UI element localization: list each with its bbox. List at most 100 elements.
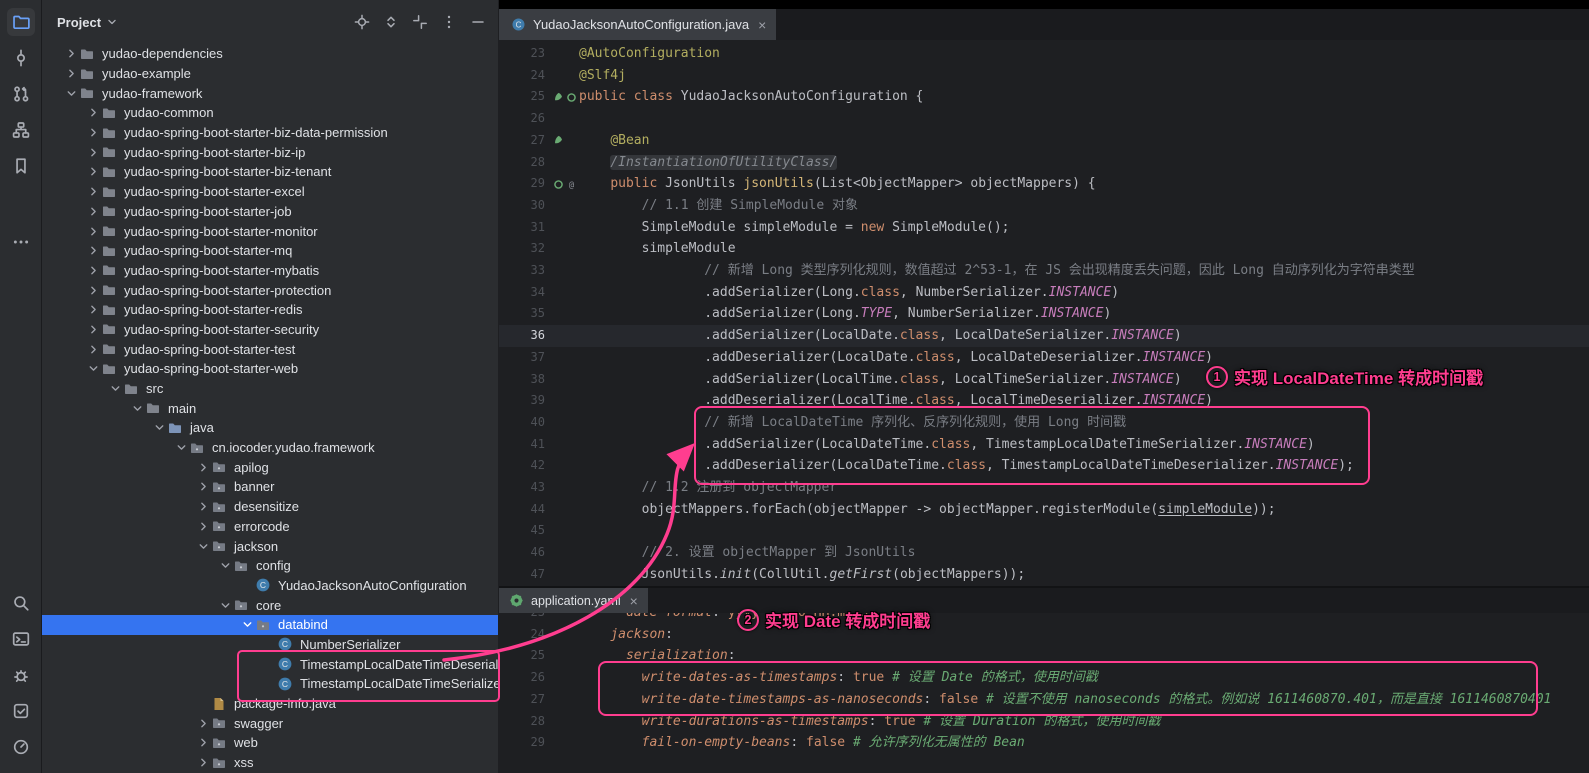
line-number[interactable]: 28 — [499, 711, 551, 733]
chevron-collapsed-icon[interactable] — [195, 715, 211, 731]
code-line-44[interactable]: 44 objectMappers.forEach(objectMapper ->… — [499, 499, 1589, 521]
tree-item-yudao-spring-boot-starter-mq[interactable]: yudao-spring-boot-starter-mq — [41, 241, 498, 261]
updown-icon[interactable] — [383, 14, 399, 30]
tree-item-banner[interactable]: banner — [41, 477, 498, 497]
code-line-28[interactable]: 28 /InstantiationOfUtilityClass/ — [499, 152, 1589, 174]
tree-item-yudao-framework[interactable]: yudao-framework — [41, 83, 498, 103]
tree-item-yudao-spring-boot-starter-excel[interactable]: yudao-spring-boot-starter-excel — [41, 182, 498, 202]
tree-item-main[interactable]: main — [41, 398, 498, 418]
code-line-24[interactable]: 24 jackson: — [499, 624, 1589, 646]
line-number[interactable]: 32 — [499, 238, 551, 260]
chevron-down-icon[interactable] — [105, 15, 119, 29]
line-number[interactable]: 46 — [499, 542, 551, 564]
chevron-collapsed-icon[interactable] — [85, 341, 101, 357]
project-panel-title[interactable]: Project — [57, 15, 101, 30]
tree-item-jackson[interactable]: jackson — [41, 536, 498, 556]
line-number[interactable]: 43 — [499, 477, 551, 499]
chevron-collapsed-icon[interactable] — [85, 302, 101, 318]
line-number[interactable]: 30 — [499, 195, 551, 217]
tree-item-yudao-spring-boot-starter-test[interactable]: yudao-spring-boot-starter-test — [41, 339, 498, 359]
close-tab-icon[interactable]: × — [630, 593, 638, 609]
code-line-25[interactable]: 25 serialization: — [499, 645, 1589, 667]
terminal-icon[interactable] — [7, 625, 35, 653]
code-line-34[interactable]: 34 .addSerializer(Long.class, NumberSeri… — [499, 282, 1589, 304]
chevron-collapsed-icon[interactable] — [85, 144, 101, 160]
line-number[interactable]: 34 — [499, 282, 551, 304]
code-line-27[interactable]: 27 write-date-timestamps-as-nanoseconds:… — [499, 689, 1589, 711]
chevron-collapsed-icon[interactable] — [85, 223, 101, 239]
code-line-35[interactable]: 35 .addSerializer(Long.TYPE, NumberSeria… — [499, 303, 1589, 325]
commit-icon[interactable] — [7, 44, 35, 72]
tab-yudao-jackson-auto-configuration[interactable]: C YudaoJacksonAutoConfiguration.java × — [499, 9, 776, 40]
line-number[interactable]: 33 — [499, 260, 551, 282]
line-number[interactable]: 39 — [499, 390, 551, 412]
line-number[interactable]: 27 — [499, 689, 551, 711]
collapseall-icon[interactable] — [412, 14, 428, 30]
chevron-collapsed-icon[interactable] — [195, 499, 211, 515]
chevron-collapsed-icon[interactable] — [85, 164, 101, 180]
tree-item-core[interactable]: core — [41, 595, 498, 615]
line-number[interactable]: 41 — [499, 434, 551, 456]
code-line-25[interactable]: 25public class YudaoJacksonAutoConfigura… — [499, 86, 1589, 108]
code-line-24[interactable]: 24@Slf4j — [499, 65, 1589, 87]
code-line-27[interactable]: 27 @Bean — [499, 130, 1589, 152]
chevron-collapsed-icon[interactable] — [85, 282, 101, 298]
code-line-36[interactable]: 36 .addSerializer(LocalDate.class, Local… — [499, 325, 1589, 347]
line-number[interactable]: 23 — [499, 43, 551, 65]
chevron-collapsed-icon[interactable] — [63, 46, 79, 62]
line-number[interactable]: 25 — [499, 645, 551, 667]
line-number[interactable]: 38 — [499, 369, 551, 391]
tree-item-xss[interactable]: xss — [41, 753, 498, 773]
close-tab-icon[interactable]: × — [758, 17, 766, 33]
code-line-31[interactable]: 31 SimpleModule simpleModule = new Simpl… — [499, 217, 1589, 239]
tree-item-yudao-spring-boot-starter-mybatis[interactable]: yudao-spring-boot-starter-mybatis — [41, 261, 498, 281]
tree-item-TimestampLocalDateTimeSerializer[interactable]: CTimestampLocalDateTimeSerializer — [41, 674, 498, 694]
bean-icon[interactable] — [566, 92, 577, 103]
tree-item-config[interactable]: config — [41, 556, 498, 576]
more-icon[interactable] — [7, 228, 35, 256]
line-number[interactable]: 29 — [499, 173, 551, 195]
code-line-42[interactable]: 42 .addDeserializer(LocalDateTime.class,… — [499, 455, 1589, 477]
tree-item-yudao-common[interactable]: yudao-common — [41, 103, 498, 123]
chevron-collapsed-icon[interactable] — [85, 105, 101, 121]
chevron-collapsed-icon[interactable] — [85, 262, 101, 278]
code-line-38[interactable]: 38 .addSerializer(LocalTime.class, Local… — [499, 369, 1589, 391]
tree-item-yudao-spring-boot-starter-monitor[interactable]: yudao-spring-boot-starter-monitor — [41, 221, 498, 241]
minus-icon[interactable] — [470, 14, 486, 30]
tree-item-errorcode[interactable]: errorcode — [41, 517, 498, 537]
chevron-expanded-icon[interactable] — [239, 617, 255, 633]
chevron-expanded-icon[interactable] — [151, 420, 167, 436]
line-number[interactable]: 24 — [499, 624, 551, 646]
code-line-41[interactable]: 41 .addSerializer(LocalDateTime.class, T… — [499, 434, 1589, 456]
code-line-37[interactable]: 37 .addDeserializer(LocalDate.class, Loc… — [499, 347, 1589, 369]
tree-item-yudao-spring-boot-starter-biz-data-permission[interactable]: yudao-spring-boot-starter-biz-data-permi… — [41, 123, 498, 143]
tree-item-apilog[interactable]: apilog — [41, 457, 498, 477]
code-line-39[interactable]: 39 .addDeserializer(LocalTime.class, Loc… — [499, 390, 1589, 412]
search-icon[interactable] — [7, 589, 35, 617]
chevron-collapsed-icon[interactable] — [195, 755, 211, 771]
kebab-icon[interactable] — [441, 14, 457, 30]
leaf-icon[interactable] — [553, 135, 564, 146]
chevron-expanded-icon[interactable] — [85, 361, 101, 377]
todo-icon[interactable] — [7, 697, 35, 725]
yaml-code[interactable]: 23 date-format: yyyy-MM-dd HH:mm:ss24 ja… — [499, 613, 1589, 773]
bookmarks-icon[interactable] — [7, 152, 35, 180]
line-number[interactable]: 47 — [499, 564, 551, 586]
chevron-expanded-icon[interactable] — [217, 558, 233, 574]
chevron-collapsed-icon[interactable] — [195, 459, 211, 475]
chevron-expanded-icon[interactable] — [63, 85, 79, 101]
code-line-43[interactable]: 43 // 1.2 注册到 objectMapper — [499, 477, 1589, 499]
tree-item-package-info.java[interactable]: package-info.java — [41, 694, 498, 714]
code-line-40[interactable]: 40 // 新增 LocalDateTime 序列化、反序列化规则，使用 Lon… — [499, 412, 1589, 434]
chevron-collapsed-icon[interactable] — [195, 735, 211, 751]
tree-item-yudao-dependencies[interactable]: yudao-dependencies — [41, 44, 498, 64]
bean-icon[interactable] — [553, 179, 564, 190]
chevron-expanded-icon[interactable] — [107, 381, 123, 397]
code-line-23[interactable]: 23 date-format: yyyy-MM-dd HH:mm:ss — [499, 613, 1589, 624]
code-line-46[interactable]: 46 // 2. 设置 objectMapper 到 JsonUtils — [499, 542, 1589, 564]
chevron-collapsed-icon[interactable] — [85, 203, 101, 219]
line-number[interactable]: 31 — [499, 217, 551, 239]
chevron-expanded-icon[interactable] — [173, 440, 189, 456]
code-line-26[interactable]: 26 write-dates-as-timestamps: true # 设置 … — [499, 667, 1589, 689]
tree-item-yudao-example[interactable]: yudao-example — [41, 64, 498, 84]
